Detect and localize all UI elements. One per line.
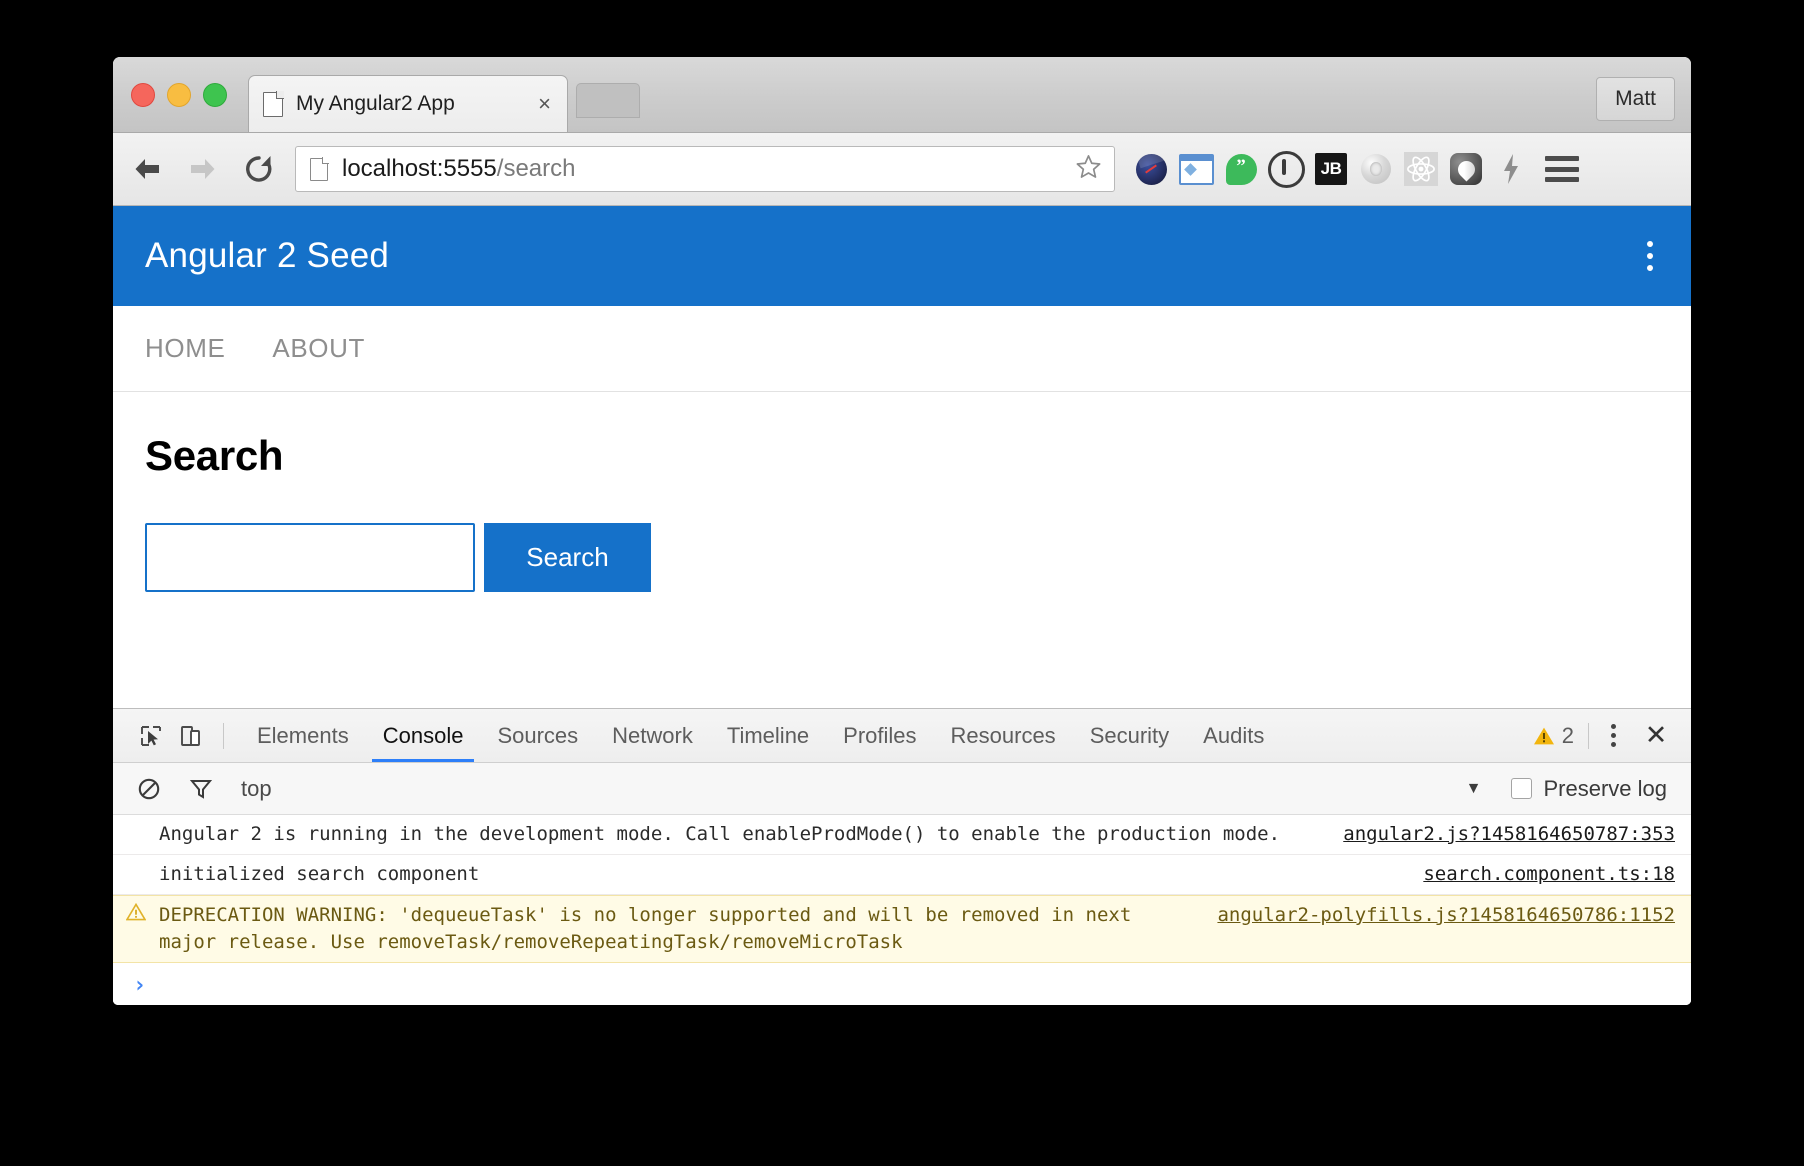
browser-nav-bar: localhost:5555/search ” JB	[113, 133, 1691, 206]
close-icon[interactable]: ×	[536, 93, 553, 115]
forward-arrow-icon	[181, 147, 225, 191]
prompt-caret-icon: ›	[133, 973, 147, 999]
nav-item-about[interactable]: ABOUT	[272, 333, 365, 364]
console-message-list[interactable]: Angular 2 is running in the development …	[113, 815, 1691, 1005]
console-message-text: Angular 2 is running in the development …	[159, 823, 1281, 845]
console-prompt[interactable]: ›	[113, 963, 1691, 1005]
devtools-toolbar-right: 2 ✕	[1533, 716, 1679, 756]
maximize-window-button[interactable]	[203, 83, 227, 107]
page-title: Search	[145, 432, 284, 479]
device-toolbar-icon[interactable]	[171, 716, 211, 756]
tab-audits[interactable]: Audits	[1186, 709, 1281, 762]
minimize-window-button[interactable]	[167, 83, 191, 107]
search-form: Search	[145, 523, 1691, 592]
page-viewport: Angular 2 Seed HOME ABOUT Search Search	[113, 206, 1691, 700]
tab-security[interactable]: Security	[1073, 709, 1186, 762]
back-arrow-icon[interactable]	[125, 147, 169, 191]
toolbar-divider	[1588, 722, 1589, 749]
warning-triangle-icon	[1533, 726, 1555, 746]
profile-label: Matt	[1615, 87, 1656, 110]
window-traffic-lights	[131, 83, 227, 107]
extension-tray: ” JB	[1131, 149, 1537, 189]
chrome-menu-icon[interactable]	[1545, 156, 1579, 182]
log-gutter	[113, 821, 159, 822]
preserve-log-toggle[interactable]: Preserve log	[1511, 776, 1675, 802]
close-devtools-icon[interactable]: ✕	[1633, 716, 1679, 756]
react-devtools-extension-icon[interactable]	[1401, 149, 1441, 189]
page-icon	[263, 90, 284, 117]
devtools-tabs: Elements Console Sources Network Timelin…	[240, 709, 1533, 762]
warning-count-value: 2	[1561, 722, 1574, 748]
hangouts-extension-icon[interactable]: ”	[1221, 149, 1261, 189]
page-icon	[310, 156, 329, 181]
devtools-tab-bar: Elements Console Sources Network Timelin…	[113, 709, 1691, 763]
page-content: Search Search	[113, 392, 1691, 592]
address-bar-path: /search	[496, 155, 576, 182]
toolbar-divider	[223, 722, 224, 749]
browser-tab-active[interactable]: My Angular2 App ×	[248, 75, 568, 132]
preserve-log-label: Preserve log	[1543, 775, 1667, 801]
reload-icon[interactable]	[237, 147, 281, 191]
console-message-row[interactable]: Angular 2 is running in the development …	[113, 815, 1691, 855]
window-resizer-extension-icon[interactable]	[1176, 149, 1216, 189]
tab-profiles[interactable]: Profiles	[826, 709, 933, 762]
tab-timeline[interactable]: Timeline	[710, 709, 826, 762]
lightning-extension-icon[interactable]	[1491, 149, 1531, 189]
console-context-selector[interactable]: top	[241, 776, 272, 802]
console-message-source-link[interactable]: search.component.ts:18	[1423, 861, 1675, 888]
address-bar-host: localhost:5555	[342, 155, 497, 182]
search-button[interactable]: Search	[484, 523, 651, 592]
tab-sources[interactable]: Sources	[480, 709, 595, 762]
search-input[interactable]	[145, 523, 475, 592]
close-window-button[interactable]	[131, 83, 155, 107]
app-header: Angular 2 Seed	[113, 206, 1691, 306]
tab-network[interactable]: Network	[595, 709, 710, 762]
tab-console[interactable]: Console	[366, 709, 481, 762]
octopus-extension-icon[interactable]	[1446, 149, 1486, 189]
clear-console-icon[interactable]	[129, 769, 169, 809]
address-bar[interactable]: localhost:5555/search	[295, 146, 1115, 192]
inspect-element-icon[interactable]	[131, 716, 171, 756]
jetbrains-extension-icon[interactable]: JB	[1311, 149, 1351, 189]
app-title: Angular 2 Seed	[145, 236, 390, 275]
console-message-row[interactable]: initialized search component search.comp…	[113, 855, 1691, 895]
filter-funnel-icon[interactable]	[181, 769, 221, 809]
console-message-source-link[interactable]: angular2-polyfills.js?1458164650786:1152	[1217, 902, 1675, 929]
screen-root: My Angular2 App × Matt localhost:5555/se…	[0, 0, 1804, 1166]
devtools-panel: Elements Console Sources Network Timelin…	[113, 708, 1691, 1005]
speedometer-extension-icon[interactable]	[1131, 149, 1171, 189]
warning-count-badge[interactable]: 2	[1533, 723, 1588, 749]
browser-tab-title: My Angular2 App	[296, 92, 455, 115]
address-bar-url: localhost:5555/search	[342, 155, 1067, 183]
profile-button[interactable]: Matt	[1596, 77, 1675, 121]
tab-elements[interactable]: Elements	[240, 709, 366, 762]
overflow-menu-icon[interactable]	[1647, 241, 1653, 271]
console-filter-bar: top ▼ Preserve log	[113, 763, 1691, 815]
more-options-icon[interactable]	[1593, 716, 1633, 756]
console-message-text: initialized search component	[159, 862, 480, 885]
log-gutter	[113, 861, 159, 862]
keypass-extension-icon[interactable]	[1266, 149, 1306, 189]
browser-tab-strip: My Angular2 App × Matt	[113, 57, 1691, 133]
ring-extension-icon[interactable]	[1356, 149, 1396, 189]
tab-resources[interactable]: Resources	[934, 709, 1073, 762]
warning-triangle-icon	[113, 902, 159, 921]
console-warning-row[interactable]: DEPRECATION WARNING: 'dequeueTask' is no…	[113, 894, 1691, 963]
console-message-text: DEPRECATION WARNING: 'dequeueTask' is no…	[159, 903, 1143, 953]
nav-item-home[interactable]: HOME	[145, 333, 225, 364]
browser-window: My Angular2 App × Matt localhost:5555/se…	[113, 57, 1691, 1005]
bookmark-star-icon[interactable]	[1075, 153, 1102, 185]
chevron-down-icon[interactable]: ▼	[1466, 780, 1500, 798]
app-nav: HOME ABOUT	[113, 306, 1691, 392]
console-message-source-link[interactable]: angular2.js?1458164650787:353	[1343, 821, 1675, 848]
new-tab-button[interactable]	[576, 83, 640, 118]
preserve-log-checkbox[interactable]	[1511, 778, 1533, 799]
